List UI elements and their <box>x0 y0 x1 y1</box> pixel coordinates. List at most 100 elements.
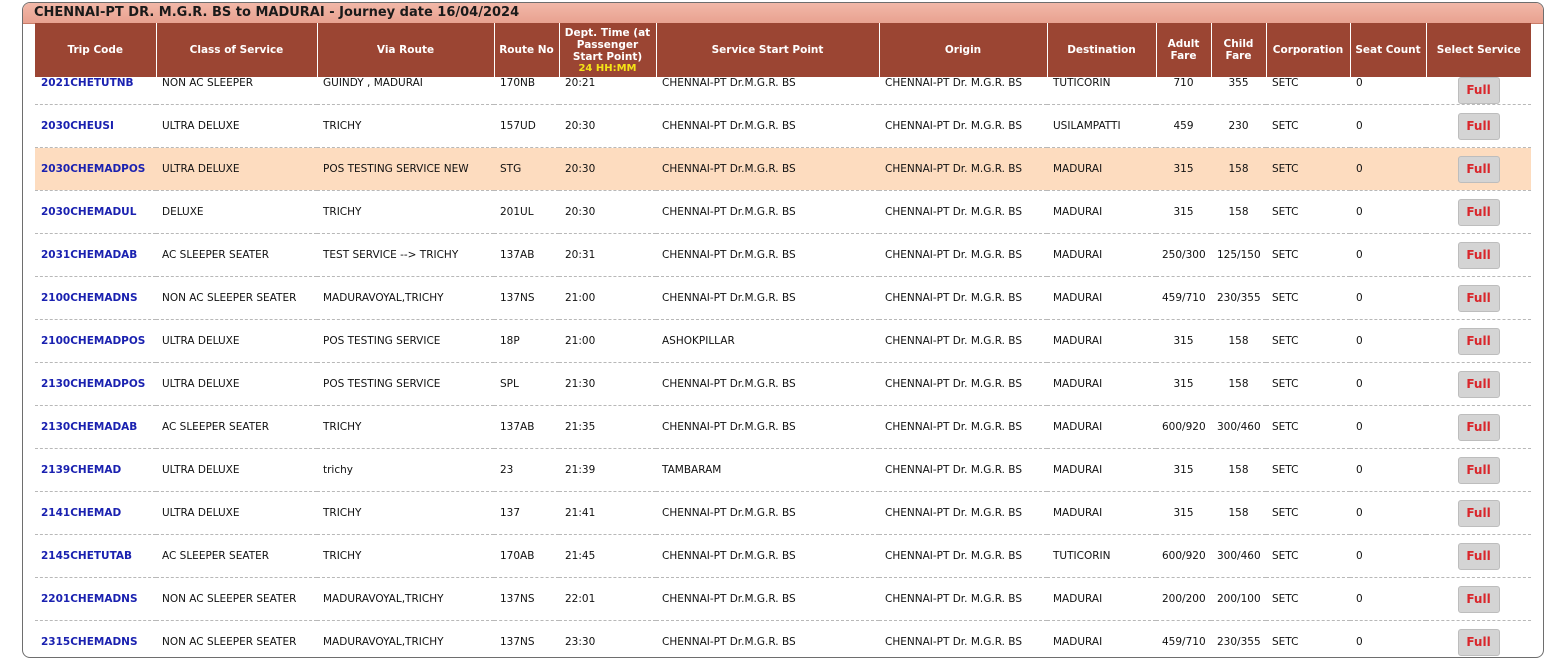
dept-time-cell: 20:21 <box>559 77 656 105</box>
origin-cell: CHENNAI-PT Dr. M.G.R. BS <box>879 577 1047 621</box>
seat-count-cell: 0 <box>1350 534 1426 578</box>
trip-code-link[interactable]: 2030CHEUSI <box>41 120 114 132</box>
full-button[interactable]: Full <box>1457 456 1500 484</box>
route-no-cell: 137AB <box>494 233 559 277</box>
via-route-cell: TRICHY <box>317 104 494 148</box>
table-row: 2141CHEMAD ULTRA DELUXE TRICHY 137 21:41… <box>35 491 1531 535</box>
col-header-adult-fare: Adult Fare <box>1156 23 1212 77</box>
results-scroll-area[interactable]: 2021CHETUTNB NON AC SLEEPER GUINDY , MAD… <box>35 77 1531 657</box>
origin-cell: CHENNAI-PT Dr. M.G.R. BS <box>879 319 1047 363</box>
select-service-cell: Full <box>1426 405 1531 449</box>
destination-cell: MADURAI <box>1047 448 1156 492</box>
full-button[interactable]: Full <box>1457 327 1500 355</box>
trip-code-link[interactable]: 2100CHEMADPOS <box>41 335 145 347</box>
dept-time-cell: 21:30 <box>559 362 656 406</box>
trip-code-link[interactable]: 2130CHEMADPOS <box>41 378 145 390</box>
corporation-cell: SETC <box>1266 190 1350 234</box>
trip-code-cell: 2030CHEUSI <box>35 104 156 148</box>
origin-cell: CHENNAI-PT Dr. M.G.R. BS <box>879 77 1047 105</box>
child-fare-cell: 158 <box>1211 362 1266 406</box>
adult-fare-cell: 315 <box>1156 448 1211 492</box>
class-of-service-cell: AC SLEEPER SEATER <box>156 534 317 578</box>
class-of-service-cell: AC SLEEPER SEATER <box>156 233 317 277</box>
class-of-service-cell: DELUXE <box>156 190 317 234</box>
table-row: 2030CHEMADPOS ULTRA DELUXE POS TESTING S… <box>35 147 1531 191</box>
trip-code-cell: 2030CHEMADUL <box>35 190 156 234</box>
trip-code-link[interactable]: 2315CHEMADNS <box>41 636 138 648</box>
child-fare-cell: 158 <box>1211 319 1266 363</box>
full-button[interactable]: Full <box>1457 628 1500 656</box>
trip-code-link[interactable]: 2030CHEMADPOS <box>41 163 145 175</box>
service-start-point-cell: CHENNAI-PT Dr.M.G.R. BS <box>656 362 879 406</box>
service-start-point-cell: CHENNAI-PT Dr.M.G.R. BS <box>656 147 879 191</box>
route-no-cell: STG <box>494 147 559 191</box>
child-fare-cell: 158 <box>1211 147 1266 191</box>
class-of-service-cell: NON AC SLEEPER SEATER <box>156 620 317 657</box>
trip-code-link[interactable]: 2141CHEMAD <box>41 507 121 519</box>
full-button[interactable]: Full <box>1457 198 1500 226</box>
destination-cell: MADURAI <box>1047 405 1156 449</box>
seat-count-cell: 0 <box>1350 190 1426 234</box>
via-route-cell: MADURAVOYAL,TRICHY <box>317 276 494 320</box>
adult-fare-cell: 600/920 <box>1156 534 1211 578</box>
origin-cell: CHENNAI-PT Dr. M.G.R. BS <box>879 147 1047 191</box>
full-button[interactable]: Full <box>1457 241 1500 269</box>
trip-code-link[interactable]: 2021CHETUTNB <box>41 77 134 89</box>
trip-code-link[interactable]: 2145CHETUTAB <box>41 550 132 562</box>
route-no-cell: 170AB <box>494 534 559 578</box>
adult-fare-cell: 459/710 <box>1156 276 1211 320</box>
services-table: 2021CHETUTNB NON AC SLEEPER GUINDY , MAD… <box>35 77 1531 657</box>
trip-code-link[interactable]: 2201CHEMADNS <box>41 593 138 605</box>
destination-cell: MADURAI <box>1047 362 1156 406</box>
full-button[interactable]: Full <box>1457 542 1500 570</box>
dept-time-cell: 21:41 <box>559 491 656 535</box>
via-route-cell: TRICHY <box>317 405 494 449</box>
destination-cell: MADURAI <box>1047 620 1156 657</box>
corporation-cell: SETC <box>1266 319 1350 363</box>
trip-code-cell: 2100CHEMADPOS <box>35 319 156 363</box>
full-button[interactable]: Full <box>1457 284 1500 312</box>
trip-code-link[interactable]: 2139CHEMAD <box>41 464 121 476</box>
class-of-service-cell: ULTRA DELUXE <box>156 448 317 492</box>
select-service-cell: Full <box>1426 577 1531 621</box>
dept-time-cell: 21:00 <box>559 276 656 320</box>
adult-fare-cell: 710 <box>1156 77 1211 105</box>
trip-code-link[interactable]: 2100CHEMADNS <box>41 292 138 304</box>
seat-count-cell: 0 <box>1350 448 1426 492</box>
trip-code-link[interactable]: 2130CHEMADAB <box>41 421 137 433</box>
child-fare-cell: 355 <box>1211 77 1266 105</box>
corporation-cell: SETC <box>1266 405 1350 449</box>
destination-cell: TUTICORIN <box>1047 534 1156 578</box>
full-button[interactable]: Full <box>1457 499 1500 527</box>
trip-code-link[interactable]: 2031CHEMADAB <box>41 249 137 261</box>
full-button[interactable]: Full <box>1457 112 1500 140</box>
corporation-cell: SETC <box>1266 577 1350 621</box>
full-button[interactable]: Full <box>1457 155 1500 183</box>
results-panel: CHENNAI-PT DR. M.G.R. BS to MADURAI - Jo… <box>22 2 1544 658</box>
dept-time-cell: 23:30 <box>559 620 656 657</box>
class-of-service-cell: ULTRA DELUXE <box>156 104 317 148</box>
class-of-service-cell: ULTRA DELUXE <box>156 319 317 363</box>
col-header-dept-time: Dept. Time (at Passenger Start Point) 24… <box>559 23 657 77</box>
full-button[interactable]: Full <box>1457 585 1500 613</box>
select-service-cell: Full <box>1426 362 1531 406</box>
destination-cell: MADURAI <box>1047 233 1156 277</box>
full-button[interactable]: Full <box>1457 77 1500 104</box>
origin-cell: CHENNAI-PT Dr. M.G.R. BS <box>879 534 1047 578</box>
col-header-corporation: Corporation <box>1266 23 1351 77</box>
destination-cell: TUTICORIN <box>1047 77 1156 105</box>
child-fare-cell: 230 <box>1211 104 1266 148</box>
adult-fare-cell: 315 <box>1156 147 1211 191</box>
seat-count-cell: 0 <box>1350 77 1426 105</box>
route-no-cell: 137NS <box>494 276 559 320</box>
full-button[interactable]: Full <box>1457 413 1500 441</box>
select-service-cell: Full <box>1426 491 1531 535</box>
dept-time-cell: 20:30 <box>559 190 656 234</box>
corporation-cell: SETC <box>1266 620 1350 657</box>
child-fare-cell: 300/460 <box>1211 534 1266 578</box>
route-no-cell: 18P <box>494 319 559 363</box>
header-table: Trip Code Class of Service Via Route Rou… <box>35 23 1531 77</box>
dept-time-cell: 21:45 <box>559 534 656 578</box>
full-button[interactable]: Full <box>1457 370 1500 398</box>
trip-code-link[interactable]: 2030CHEMADUL <box>41 206 136 218</box>
